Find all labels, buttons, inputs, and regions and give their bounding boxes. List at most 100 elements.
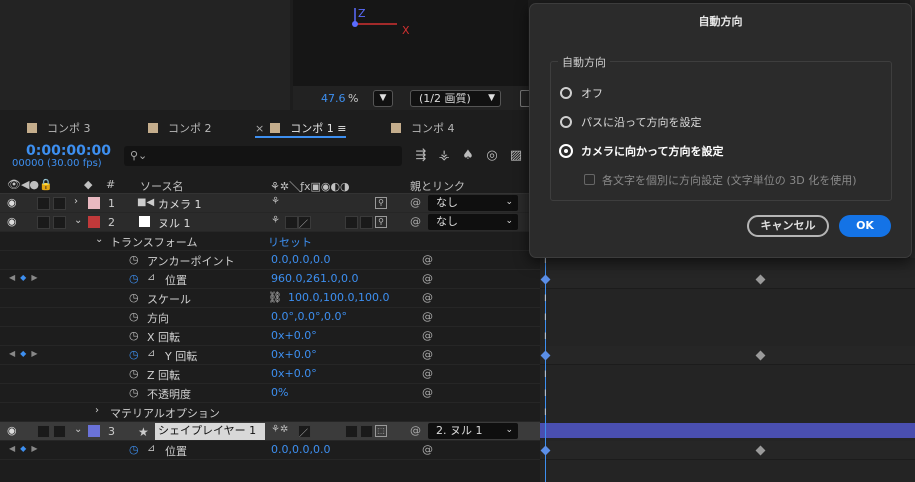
graph-editor-icon[interactable]: ▨: [508, 148, 524, 164]
stopwatch-icon[interactable]: ◷: [129, 386, 139, 399]
pickwhip-icon[interactable]: @: [410, 424, 421, 437]
radio-orient-towards-camera-label[interactable]: カメラに向かって方向を設定: [581, 143, 723, 159]
3d-layer-icon[interactable]: ⚲: [375, 216, 387, 228]
stopwatch-icon[interactable]: ◷: [129, 329, 139, 342]
property-row-scale[interactable]: ◷ スケール ⛓ 100.0,100.0,100.0 @: [0, 289, 540, 308]
shy-switch-icon[interactable]: ⚘: [271, 215, 280, 226]
menu-icon[interactable]: ≡: [337, 122, 346, 135]
radio-off[interactable]: [560, 87, 572, 99]
property-row-anchor[interactable]: ◷ アンカーポイント 0.0,0.0,0.0 @: [0, 251, 540, 270]
layer-row-shape[interactable]: ◉ ⌄ 3 ★ シェイプレイヤー 1 ⚘✲ ／ ⬚ @ 2. ヌル 1 ⌄: [0, 422, 540, 441]
parent-dropdown[interactable]: 2. ヌル 1 ⌄: [428, 423, 518, 439]
shy-switch-icon[interactable]: ⚘✲: [271, 424, 288, 435]
property-value[interactable]: 960.0,261.0,0.0: [271, 272, 358, 285]
transform-group-row[interactable]: ⌄ トランスフォーム リセット: [0, 232, 540, 251]
tab-comp-2[interactable]: コンポ 2: [148, 120, 212, 138]
chevron-down-icon[interactable]: ⌄: [95, 234, 103, 245]
property-value[interactable]: 0x+0.0°: [271, 367, 317, 380]
graph-icon[interactable]: ⊿: [147, 348, 155, 359]
close-icon[interactable]: ×: [255, 122, 264, 135]
zoom-dropdown[interactable]: ▼: [373, 90, 393, 107]
property-value[interactable]: 0%: [271, 386, 288, 399]
solo-switch[interactable]: [37, 216, 50, 229]
chevron-right-icon[interactable]: ›: [95, 405, 99, 416]
switch-box[interactable]: [285, 216, 298, 229]
stopwatch-icon[interactable]: ◷: [129, 253, 139, 266]
pickwhip-icon[interactable]: @: [422, 329, 433, 342]
draft-3d-icon[interactable]: ⚶: [436, 148, 452, 164]
layer-name-editing[interactable]: シェイプレイヤー 1: [155, 423, 265, 440]
3d-layer-icon[interactable]: ⚲: [375, 197, 387, 209]
parent-dropdown[interactable]: なし ⌄: [428, 214, 518, 230]
chevron-down-icon[interactable]: ⌄: [74, 424, 82, 435]
lock-switch[interactable]: [53, 216, 66, 229]
reset-link[interactable]: リセット: [268, 234, 312, 250]
keyframe-navigator[interactable]: ◀◆▶: [9, 444, 42, 453]
property-row-position[interactable]: ◀◆▶ ◷ ⊿ 位置 960.0,261.0,0.0 @: [0, 270, 540, 289]
pickwhip-icon[interactable]: @: [422, 310, 433, 323]
property-row-z-rotation[interactable]: ◷ Z 回転 0x+0.0° @: [0, 365, 540, 384]
layer-name[interactable]: ヌル 1: [158, 215, 191, 231]
label-color[interactable]: [88, 197, 100, 209]
cancel-button[interactable]: キャンセル: [747, 215, 829, 237]
property-value[interactable]: 100.0,100.0,100.0: [288, 291, 389, 304]
switch-box[interactable]: [360, 425, 373, 438]
chevron-down-icon[interactable]: ⌄: [74, 215, 82, 226]
composition-mini-flowchart-icon[interactable]: ⇶: [413, 148, 429, 164]
property-value[interactable]: 0.0,0.0,0.0: [271, 253, 330, 266]
property-value[interactable]: 0.0,0.0,0.0: [271, 443, 330, 456]
pickwhip-icon[interactable]: @: [410, 215, 421, 228]
tab-comp-1[interactable]: × コンポ 1 ≡: [255, 120, 347, 138]
switch-box[interactable]: [345, 216, 358, 229]
property-value[interactable]: 0.0°,0.0°,0.0°: [271, 310, 347, 323]
lock-switch[interactable]: [53, 197, 66, 210]
pickwhip-icon[interactable]: @: [422, 348, 433, 361]
radio-off-label[interactable]: オフ: [581, 85, 603, 101]
stopwatch-icon[interactable]: ◷: [129, 291, 139, 304]
shy-icon[interactable]: ♠: [460, 148, 476, 164]
parent-dropdown[interactable]: なし ⌄: [428, 195, 518, 211]
pickwhip-icon[interactable]: @: [422, 291, 433, 304]
pickwhip-icon[interactable]: @: [422, 386, 433, 399]
motion-blur-icon[interactable]: ◎: [484, 148, 500, 164]
radio-orient-along-path[interactable]: [560, 116, 572, 128]
label-color[interactable]: [88, 425, 100, 437]
column-parent-link[interactable]: 親とリンク: [410, 178, 465, 194]
pickwhip-icon[interactable]: @: [422, 443, 433, 456]
label-color[interactable]: [88, 216, 100, 228]
switch-box[interactable]: [345, 425, 358, 438]
eye-icon[interactable]: ◉: [7, 196, 17, 209]
layer-duration-bar[interactable]: [540, 423, 915, 438]
pickwhip-icon[interactable]: @: [422, 253, 433, 266]
chevron-right-icon[interactable]: ›: [74, 196, 78, 207]
pickwhip-icon[interactable]: @: [422, 367, 433, 380]
radio-orient-along-path-label[interactable]: パスに沿って方向を設定: [581, 114, 701, 130]
keyframe-navigator[interactable]: ◀◆▶: [9, 273, 42, 282]
stopwatch-icon[interactable]: ◷: [129, 367, 139, 380]
graph-icon[interactable]: ⊿: [147, 443, 155, 454]
ok-button[interactable]: OK: [839, 215, 891, 237]
graph-icon[interactable]: ⊿: [147, 272, 155, 283]
column-source-name[interactable]: ソース名: [140, 178, 183, 194]
solo-switch[interactable]: [37, 425, 50, 438]
property-value[interactable]: 0x+0.0°: [271, 348, 317, 361]
property-row-x-rotation[interactable]: ◷ X 回転 0x+0.0° @: [0, 327, 540, 346]
property-row-shape-position[interactable]: ◀◆▶ ◷ ⊿ 位置 0.0,0.0,0.0 @: [0, 441, 540, 460]
layer-name[interactable]: カメラ 1: [158, 196, 202, 212]
layer-search-input[interactable]: ⚲⌄: [124, 146, 402, 166]
property-row-orientation[interactable]: ◷ 方向 0.0°,0.0°,0.0° @: [0, 308, 540, 327]
per-character-checkbox[interactable]: [584, 174, 595, 185]
quality-switch-icon[interactable]: ／: [298, 216, 311, 230]
layer-row-camera[interactable]: ◉ › 1 ■◀ カメラ 1 ⚘ ⚲ @ なし ⌄: [0, 194, 540, 213]
keyframe-navigator[interactable]: ◀◆▶: [9, 349, 42, 358]
stopwatch-icon[interactable]: ◷: [129, 310, 139, 323]
material-options-row[interactable]: › マテリアルオプション: [0, 403, 540, 422]
pickwhip-icon[interactable]: @: [422, 272, 433, 285]
tab-comp-4[interactable]: コンポ 4: [391, 120, 455, 138]
property-row-y-rotation[interactable]: ◀◆▶ ◷ ⊿ Y 回転 0x+0.0° @: [0, 346, 540, 365]
shy-switch-icon[interactable]: ⚘: [271, 196, 280, 207]
resolution-dropdown[interactable]: (1/2 画質) ▼: [410, 90, 501, 107]
property-value[interactable]: 0x+0.0°: [271, 329, 317, 342]
stopwatch-icon[interactable]: ◷: [129, 272, 139, 285]
current-time[interactable]: 0:00:00:00: [26, 143, 111, 159]
